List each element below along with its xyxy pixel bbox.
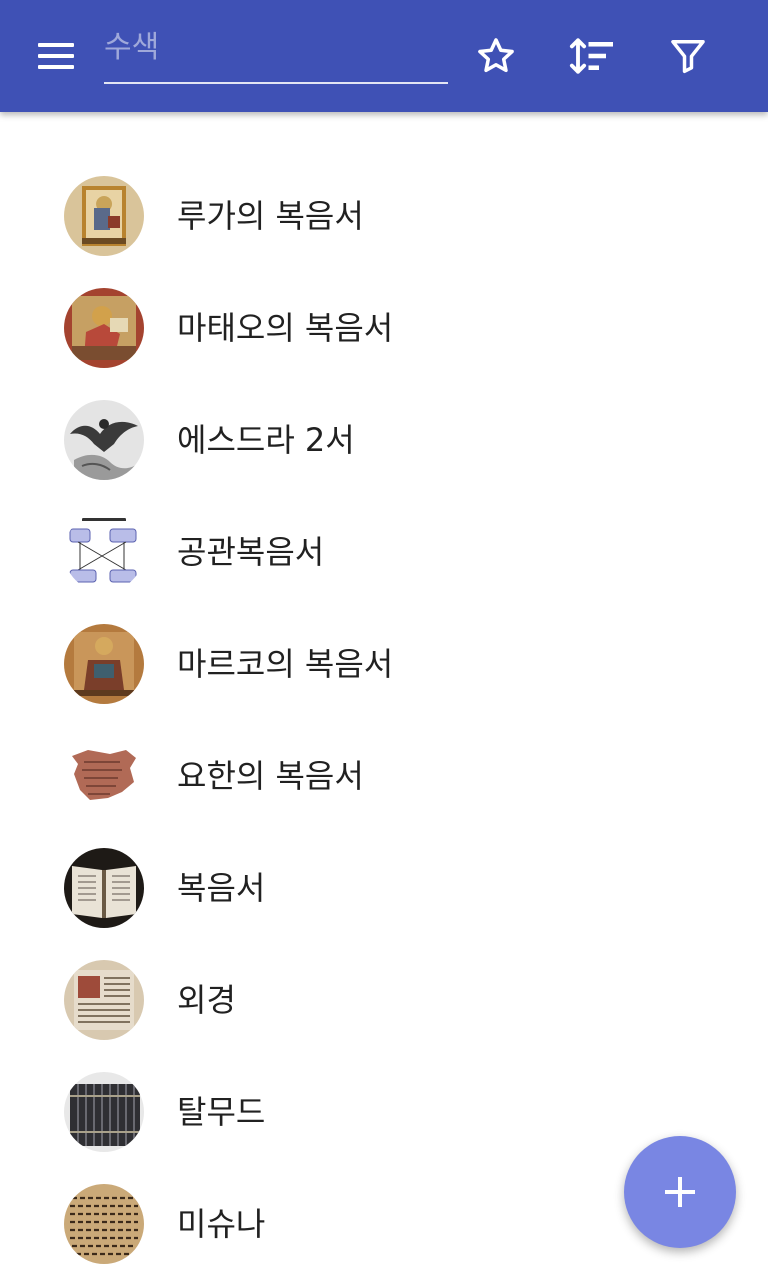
- list-item[interactable]: 공관복음서: [0, 496, 768, 608]
- illuminated-manuscript-thumbnail: [64, 288, 144, 368]
- search-field[interactable]: [104, 20, 448, 84]
- list-item-title: 공관복음서: [177, 533, 325, 571]
- open-book-thumbnail: [64, 848, 144, 928]
- list-item-title: 마르코의 복음서: [177, 645, 394, 683]
- sort-button[interactable]: [564, 28, 620, 84]
- illuminated-manuscript-thumbnail: [64, 624, 144, 704]
- bookshelf-thumbnail: [64, 1072, 144, 1152]
- list-item[interactable]: 마태오의 복음서: [0, 272, 768, 384]
- list-item-title: 미슈나: [177, 1205, 266, 1243]
- filter-button[interactable]: [660, 28, 716, 84]
- menu-button[interactable]: [20, 32, 92, 80]
- list-item[interactable]: 외경: [0, 944, 768, 1056]
- list-item-title: 루가의 복음서: [177, 197, 364, 235]
- list-item[interactable]: 마르코의 복음서: [0, 608, 768, 720]
- list-item[interactable]: 요한의 복음서: [0, 720, 768, 832]
- list-item[interactable]: 루가의 복음서: [0, 160, 768, 272]
- list-item-title: 요한의 복음서: [177, 757, 364, 795]
- filter-icon: [671, 40, 705, 74]
- list-item-title: 에스드라 2서: [177, 421, 355, 459]
- menu-icon: [38, 43, 74, 69]
- eagle-engraving-thumbnail: [64, 400, 144, 480]
- list-item-title: 외경: [177, 981, 236, 1019]
- app-toolbar: [0, 0, 768, 112]
- sort-icon: [569, 38, 613, 74]
- search-input[interactable]: [104, 24, 444, 70]
- old-manuscript-thumbnail: [64, 960, 144, 1040]
- favorites-button[interactable]: [468, 28, 524, 84]
- plus-icon: [665, 1177, 695, 1207]
- illuminated-manuscript-thumbnail: [64, 176, 144, 256]
- hebrew-text-thumbnail: [64, 1184, 144, 1264]
- list-item[interactable]: 에스드라 2서: [0, 384, 768, 496]
- star-outline-icon: [478, 38, 514, 73]
- synoptic-diagram-thumbnail: [64, 512, 144, 592]
- list-item-title: 복음서: [177, 869, 266, 907]
- list-item-title: 탈무드: [177, 1093, 266, 1131]
- list-item-title: 마태오의 복음서: [177, 309, 394, 347]
- list-item[interactable]: 복음서: [0, 832, 768, 944]
- papyrus-fragment-thumbnail: [64, 736, 144, 816]
- add-button[interactable]: [624, 1136, 736, 1248]
